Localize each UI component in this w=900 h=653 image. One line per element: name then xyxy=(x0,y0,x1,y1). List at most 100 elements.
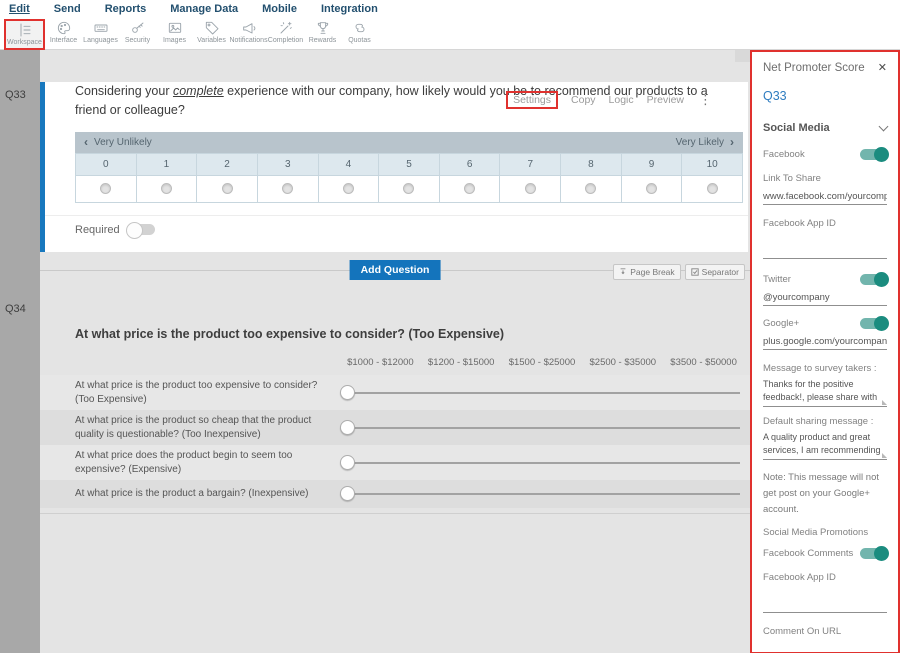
toolbar-item-languages[interactable]: Languages xyxy=(82,19,119,44)
facebook-app-id-2-input[interactable] xyxy=(763,597,887,613)
page-break-button[interactable]: Page Break xyxy=(613,264,680,280)
link-to-share-label: Link To Share xyxy=(763,173,887,184)
q34-gutter-label: Q34 xyxy=(5,303,26,315)
q34-question-title: At what price is the product too expensi… xyxy=(40,327,750,341)
slider-handle[interactable] xyxy=(340,385,355,400)
facebook-app-id-label: Facebook App ID xyxy=(763,218,887,229)
resize-grip-icon[interactable] xyxy=(882,453,887,458)
toolbar-item-rewards[interactable]: Rewards xyxy=(304,19,341,44)
menu-manage-data[interactable]: Manage Data xyxy=(170,3,238,15)
menu-reports[interactable]: Reports xyxy=(105,3,147,15)
nps-radio-0[interactable] xyxy=(100,183,111,194)
toolbar-item-workspace[interactable]: Workspace xyxy=(4,19,45,50)
main-area: Q33 Q34 Settings Copy Logic Preview ⋮ Co… xyxy=(0,49,900,653)
nps-radio-8[interactable] xyxy=(585,183,596,194)
nps-settings-panel: Net Promoter Score ✕ Q33 Social Media Fa… xyxy=(750,50,900,653)
default-sharing-message-textarea[interactable]: A quality product and great services, I … xyxy=(763,431,887,460)
slider-handle[interactable] xyxy=(340,486,355,501)
logic-button[interactable]: Logic xyxy=(609,94,634,106)
toolbar-item-completion[interactable]: Completion xyxy=(267,19,304,44)
comment-on-url-label: Comment On URL xyxy=(763,626,887,637)
social-media-section-header[interactable]: Social Media xyxy=(763,122,887,134)
nps-radio-4[interactable] xyxy=(343,183,354,194)
slider-track[interactable] xyxy=(349,392,740,394)
q33-text-emphasis: complete xyxy=(173,84,224,98)
nps-number: 0 xyxy=(76,154,137,176)
facebook-comments-label: Facebook Comments xyxy=(763,548,853,559)
facebook-app-id-input[interactable] xyxy=(763,243,887,259)
google-plus-toggle[interactable] xyxy=(860,318,887,329)
nps-right-anchor: Very Likely xyxy=(676,137,724,148)
message-to-survey-takers-textarea[interactable]: Thanks for the positive feedback!, pleas… xyxy=(763,378,887,407)
nps-radio-6[interactable] xyxy=(464,183,475,194)
facebook-toggle[interactable] xyxy=(860,149,887,160)
nps-radio-9[interactable] xyxy=(646,183,657,194)
chevron-down-icon xyxy=(879,121,889,131)
copy-button[interactable]: Copy xyxy=(571,94,596,106)
google-plus-url-input[interactable] xyxy=(763,334,887,350)
toolbar-item-interface[interactable]: Interface xyxy=(45,19,82,44)
slider-row-label: At what price is the product so cheap th… xyxy=(75,410,333,445)
nps-radio-2[interactable] xyxy=(222,183,233,194)
menu-integration[interactable]: Integration xyxy=(321,3,378,15)
notifications-icon xyxy=(241,20,257,36)
twitter-label: Twitter xyxy=(763,274,791,285)
twitter-toggle[interactable] xyxy=(860,274,887,285)
close-icon[interactable]: ✕ xyxy=(878,61,887,74)
facebook-app-id-2-label: Facebook App ID xyxy=(763,572,887,583)
link-to-share-input[interactable] xyxy=(763,189,887,205)
default-sharing-message-label: Default sharing message : xyxy=(763,416,887,427)
nps-radio-row xyxy=(75,176,743,203)
more-options-icon[interactable]: ⋮ xyxy=(699,92,712,108)
question-actions: Settings Copy Logic Preview ⋮ xyxy=(506,91,712,109)
price-range-header: $1000 - $12000 xyxy=(340,357,421,368)
q33-text-before: Considering your xyxy=(75,84,173,98)
divider xyxy=(45,215,748,216)
resize-grip-icon[interactable] xyxy=(882,400,887,405)
nps-radio-3[interactable] xyxy=(282,183,293,194)
nps-number: 4 xyxy=(319,154,380,176)
facebook-comments-toggle[interactable] xyxy=(860,548,887,559)
scroll-right-icon[interactable]: › xyxy=(730,135,734,149)
price-range-header: $3500 - $50000 xyxy=(663,357,744,368)
slider-track[interactable] xyxy=(349,427,740,429)
add-question-button[interactable]: Add Question xyxy=(350,260,441,280)
q33-link[interactable]: Q33 xyxy=(763,89,887,103)
toolbar-item-label: Variables xyxy=(197,37,226,44)
menu-edit[interactable]: Edit xyxy=(9,3,30,15)
slider-track[interactable] xyxy=(349,493,740,495)
nps-radio-5[interactable] xyxy=(403,183,414,194)
slider-row-label: At what price does the product begin to … xyxy=(75,445,333,480)
separator-button[interactable]: Separator xyxy=(685,264,745,280)
slider-row-label: At what price is the product a bargain? … xyxy=(75,483,333,505)
survey-editor-canvas: Settings Copy Logic Preview ⋮ Considerin… xyxy=(40,50,750,653)
nps-radio-7[interactable] xyxy=(525,183,536,194)
completion-icon xyxy=(278,20,294,36)
section-label: Social Media xyxy=(763,122,830,134)
price-slider xyxy=(340,486,744,502)
settings-button[interactable]: Settings xyxy=(506,91,558,109)
toolbar-item-label: Quotas xyxy=(348,37,371,44)
toolbar-item-quotas[interactable]: Quotas xyxy=(341,19,378,44)
slider-row: At what price is the product a bargain? … xyxy=(40,480,750,508)
nps-radio-10[interactable] xyxy=(707,183,718,194)
slider-handle[interactable] xyxy=(340,455,355,470)
menu-send[interactable]: Send xyxy=(54,3,81,15)
page-break-icon xyxy=(619,268,627,276)
rewards-icon xyxy=(315,20,331,36)
slider-track[interactable] xyxy=(349,462,740,464)
q33-gutter-label: Q33 xyxy=(5,89,26,101)
toolbar-item-notifications[interactable]: Notifications xyxy=(230,19,267,44)
twitter-handle-input[interactable] xyxy=(763,290,887,306)
add-question-strip: Add Question Page Break Separator xyxy=(40,252,750,289)
preview-button[interactable]: Preview xyxy=(647,94,684,106)
toolbar-item-images[interactable]: Images xyxy=(156,19,193,44)
menu-mobile[interactable]: Mobile xyxy=(262,3,297,15)
slider-handle[interactable] xyxy=(340,420,355,435)
toolbar-item-variables[interactable]: Variables xyxy=(193,19,230,44)
nps-radio-1[interactable] xyxy=(161,183,172,194)
scroll-left-icon[interactable]: ‹ xyxy=(84,135,88,149)
vertical-scrollbar-thumb[interactable] xyxy=(735,50,750,62)
required-toggle[interactable] xyxy=(128,224,155,235)
toolbar-item-security[interactable]: Security xyxy=(119,19,156,44)
